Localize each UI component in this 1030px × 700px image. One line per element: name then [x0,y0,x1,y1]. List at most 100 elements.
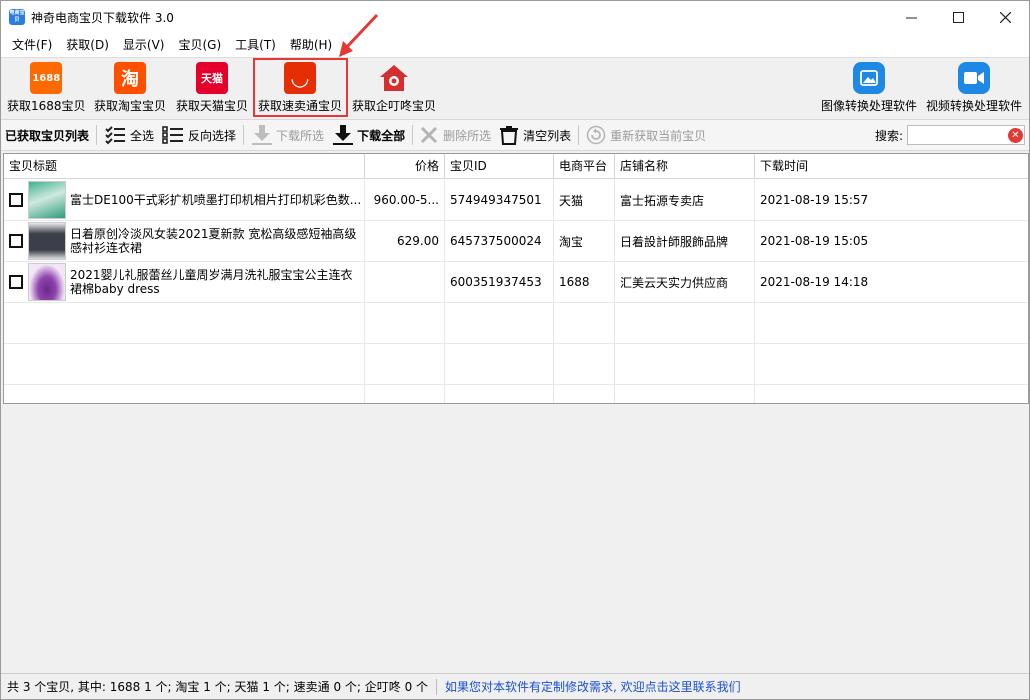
row-price [365,262,445,302]
empty-cell [4,385,365,403]
delete-selected-button[interactable]: 删除所选 [416,121,495,149]
row-platform: 天猫 [554,180,615,220]
menu-file[interactable]: 文件(F) [5,33,59,57]
empty-cell [445,344,554,384]
trash-icon [500,126,519,145]
row-time: 2021-08-19 14:18 [760,275,869,289]
goods-table: 宝贝标题 价格 宝贝ID 电商平台 店铺名称 下载时间 富士DE100干式彩扩机… [3,153,1029,404]
list-title: 已获取宝贝列表 [5,128,90,143]
invert-selection-button[interactable]: 反向选择 [158,121,240,149]
taobao-icon: 淘 [114,62,146,94]
title-bar: 电商宝贝 神奇电商宝贝下载软件 3.0 [1,1,1029,33]
row-title-cell: 2021婴儿礼服蕾丝儿童周岁满月洗礼服宝宝公主连衣裙棉baby dress [4,262,365,302]
search-input[interactable]: ✕ [907,125,1025,145]
refetch-button[interactable]: 重新获取当前宝贝 [582,121,710,149]
product-thumbnail [28,181,66,219]
header-shop[interactable]: 店铺名称 [615,154,755,179]
minimize-button[interactable] [888,1,935,33]
row-price: 960.00-5... [365,180,445,220]
row-checkbox[interactable] [9,193,23,207]
search-area: 搜索: ✕ [875,125,1025,145]
invert-selection-label: 反向选择 [188,128,237,143]
fetch-taobao-label: 获取淘宝宝贝 [94,99,167,113]
empty-cell [615,344,755,384]
main-toolbar: 1688 获取1688宝贝 淘 获取淘宝宝贝 天猫 获取天猫宝贝 ◡ 获取速卖通… [1,57,1029,119]
empty-cell [554,385,615,403]
menu-fetch[interactable]: 获取(D) [59,33,116,57]
header-id[interactable]: 宝贝ID [445,154,554,179]
fetch-qidingdong-button[interactable]: 获取企叮咚宝贝 [352,60,436,116]
toolbar-separator [96,125,98,145]
delete-selected-label: 删除所选 [443,128,492,143]
video-convert-button[interactable]: 视频转换处理软件 [926,60,1022,116]
close-icon [1000,11,1011,23]
toolbar-separator [412,125,414,145]
row-id: 645737500024 [445,221,554,261]
empty-cell [445,385,554,403]
clear-list-label: 清空列表 [523,128,572,143]
video-convert-label: 视频转换处理软件 [926,99,1023,113]
maximize-icon [953,11,964,23]
fetch-1688-button[interactable]: 1688 获取1688宝贝 [7,60,86,116]
download-all-label: 下载全部 [357,128,406,143]
download-all-icon [333,125,354,145]
minimize-icon [906,17,917,18]
maximize-button[interactable] [935,1,982,33]
row-price: 629.00 [365,221,445,261]
menu-view[interactable]: 显示(V) [116,33,172,57]
empty-cell [755,385,1028,403]
row-shop: 日着設計師服飾品牌 [615,221,755,261]
refresh-icon [586,125,606,145]
fetch-tmall-button[interactable]: 天猫 获取天猫宝贝 [176,60,248,116]
image-convert-icon [853,62,885,94]
menu-tools[interactable]: 工具(T) [228,33,283,57]
toolbar-separator [578,125,580,145]
select-all-icon [105,126,126,145]
download-selected-button[interactable]: 下载所选 [247,121,328,149]
image-convert-button[interactable]: 图像转换处理软件 [821,60,917,116]
clear-list-button[interactable]: 清空列表 [495,121,575,149]
product-thumbnail [28,263,66,301]
empty-row [4,344,1028,385]
row-title-cell: 日着原创冷淡风女装2021夏新款 宽松高级感短袖高级感衬衫连衣裙 [4,221,365,261]
invert-selection-icon [162,126,184,144]
refetch-label: 重新获取当前宝贝 [610,128,707,143]
table-row[interactable]: 富士DE100干式彩扩机喷墨打印机相片打印机彩色数... 960.00-5...… [4,180,1028,221]
empty-cell [554,303,615,343]
row-title: 2021婴儿礼服蕾丝儿童周岁满月洗礼服宝宝公主连衣裙棉baby dress [70,268,353,296]
table-row[interactable]: 2021婴儿礼服蕾丝儿童周岁满月洗礼服宝宝公主连衣裙棉baby dress 60… [4,262,1028,303]
fetch-taobao-button[interactable]: 淘 获取淘宝宝贝 [94,60,166,116]
header-title[interactable]: 宝贝标题 [4,154,365,179]
toolbar-separator [243,125,245,145]
contact-link[interactable]: 如果您对本软件有定制修改需求, 欢迎点击这里联系我们 [445,678,741,695]
empty-cell [4,303,365,343]
annotation-arrow-icon [339,13,379,57]
fetch-tmall-label: 获取天猫宝贝 [176,99,249,113]
status-separator [436,678,438,695]
header-time[interactable]: 下载时间 [755,154,1028,179]
clear-search-icon[interactable]: ✕ [1008,128,1023,143]
table-row[interactable]: 日着原创冷淡风女装2021夏新款 宽松高级感短袖高级感衬衫连衣裙 629.00 … [4,221,1028,262]
empty-cell [365,303,445,343]
header-platform[interactable]: 电商平台 [554,154,615,179]
empty-cell [615,303,755,343]
header-price[interactable]: 价格 [365,154,445,179]
row-platform: 1688 [554,262,615,302]
row-shop: 汇美云天实力供应商 [615,262,755,302]
row-platform: 淘宝 [554,221,615,261]
menu-goods[interactable]: 宝贝(G) [171,33,228,57]
status-summary: 共 3 个宝贝, 其中: 1688 1 个; 淘宝 1 个; 天猫 1 个; 速… [7,680,429,694]
row-id: 574949347501 [445,180,554,220]
empty-cell [4,344,365,384]
empty-cell [365,344,445,384]
app-window: 电商宝贝 神奇电商宝贝下载软件 3.0 文件(F) 获取(D) 显示(V) 宝贝… [0,0,1030,700]
1688-icon: 1688 [30,62,63,94]
download-all-button[interactable]: 下载全部 [328,121,409,149]
row-title-cell: 富士DE100干式彩扩机喷墨打印机相片打印机彩色数... [4,180,365,220]
close-button[interactable] [982,1,1029,33]
select-all-button[interactable]: 全选 [100,121,158,149]
qidingdong-icon [378,62,410,94]
empty-cell [755,344,1028,384]
row-checkbox[interactable] [9,234,23,248]
row-checkbox[interactable] [9,275,23,289]
